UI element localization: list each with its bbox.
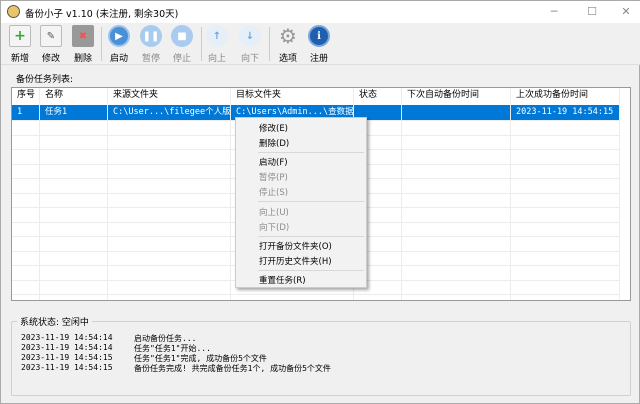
options-button[interactable]: ⚙ 选项 xyxy=(273,24,303,64)
cell-next-backup xyxy=(402,105,511,120)
menu-item-move-up[interactable]: 向上(U) xyxy=(259,206,289,218)
toolbar: + 新增 ✎ 修改 ✖ 删除 ▶ 启动 ❚❚ 暂停 ■ 停止 ↑ 向上 ↓ 向下 ⚙ 选项 i 注册 xyxy=(1,23,640,65)
title-bar: 备份小子 v1.10 (未注册, 剩余30天) ─ ☐ ✕ xyxy=(1,1,640,23)
menu-item-open-backup-folder[interactable]: 打开备份文件夹(O) xyxy=(259,240,332,252)
pause-button[interactable]: ❚❚ 暂停 xyxy=(136,25,166,64)
menu-item-open-history-folder[interactable]: 打开历史文件夹(H) xyxy=(259,255,332,267)
register-button[interactable]: i 注册 xyxy=(304,25,334,64)
log-time: 2023-11-19 14:54:14 xyxy=(21,343,113,352)
column-header[interactable]: 目标文件夹 xyxy=(231,88,354,103)
delete-button[interactable]: ✖ 删除 xyxy=(68,25,98,64)
menu-item-delete[interactable]: 删除(D) xyxy=(259,137,289,149)
column-header[interactable]: 来源文件夹 xyxy=(108,88,231,103)
cell-name: 任务1 xyxy=(40,105,108,120)
column-header[interactable]: 名称 xyxy=(40,88,108,103)
cell-source: C:\User...\filegee个人版 xyxy=(108,105,231,120)
task-list-label: 备份任务列表: xyxy=(16,75,74,85)
menu-item-pause[interactable]: 暂停(P) xyxy=(259,171,288,183)
app-icon xyxy=(7,5,20,18)
system-status-label: 系统状态: 空闲中 xyxy=(17,315,92,328)
start-button[interactable]: ▶ 启动 xyxy=(104,25,134,64)
info-icon: i xyxy=(308,25,330,47)
window-title: 备份小子 v1.10 (未注册, 剩余30天) xyxy=(25,9,179,20)
edit-button[interactable]: ✎ 修改 xyxy=(36,25,66,64)
stop-button[interactable]: ■ 停止 xyxy=(167,25,197,64)
column-divider xyxy=(39,88,40,300)
menu-item-start[interactable]: 启动(F) xyxy=(259,156,288,168)
column-header[interactable]: 状态 xyxy=(354,88,402,103)
stop-icon: ■ xyxy=(171,25,193,47)
column-header[interactable]: 序号 xyxy=(12,88,40,103)
move-up-button[interactable]: ↑ 向上 xyxy=(202,25,232,64)
arrow-up-icon: ↑ xyxy=(206,25,228,47)
minimize-button[interactable]: ─ xyxy=(539,3,569,21)
gear-icon: ⚙ xyxy=(279,24,297,48)
menu-item-reset-task[interactable]: 重置任务(R) xyxy=(259,274,306,286)
column-divider xyxy=(619,88,620,300)
column-header[interactable]: 下次自动备份时间 xyxy=(402,88,511,103)
play-icon: ▶ xyxy=(108,25,130,47)
log-time: 2023-11-19 14:54:15 xyxy=(21,353,113,362)
column-header[interactable]: 上次成功备份时间 xyxy=(511,88,620,103)
menu-item-edit[interactable]: 修改(E) xyxy=(259,122,288,134)
context-menu: 修改(E) 删除(D) 启动(F) 暂停(P) 停止(S) 向上(U) 向下(D… xyxy=(235,117,367,288)
grid-line xyxy=(12,294,620,295)
column-divider xyxy=(107,88,108,300)
log-time: 2023-11-19 14:54:15 xyxy=(21,363,113,372)
menu-item-stop[interactable]: 停止(S) xyxy=(259,186,288,198)
close-button[interactable]: ✕ xyxy=(611,3,640,21)
column-divider xyxy=(230,88,231,300)
column-divider xyxy=(510,88,511,300)
log-message: 备份任务完成! 共完成备份任务1个, 成功备份5个文件 xyxy=(134,364,331,373)
maximize-button[interactable]: ☐ xyxy=(577,3,607,21)
column-divider xyxy=(401,88,402,300)
arrow-down-icon: ↓ xyxy=(239,25,261,47)
delete-icon: ✖ xyxy=(72,25,94,47)
cell-last-backup: 2023-11-19 14:54:15 xyxy=(511,105,620,120)
log-time: 2023-11-19 14:54:14 xyxy=(21,333,113,342)
edit-icon: ✎ xyxy=(40,25,62,47)
add-button[interactable]: + 新增 xyxy=(5,25,35,64)
status-group: 2023-11-19 14:54:14 启动备份任务... 2023-11-19… xyxy=(11,321,631,396)
table-header: 序号 名称 来源文件夹 目标文件夹 状态 下次自动备份时间 上次成功备份时间 xyxy=(12,88,620,103)
move-down-button[interactable]: ↓ 向下 xyxy=(235,25,265,64)
menu-item-move-down[interactable]: 向下(D) xyxy=(259,221,289,233)
pause-icon: ❚❚ xyxy=(140,25,162,47)
add-icon: + xyxy=(9,25,31,47)
cell-index: 1 xyxy=(12,105,40,120)
